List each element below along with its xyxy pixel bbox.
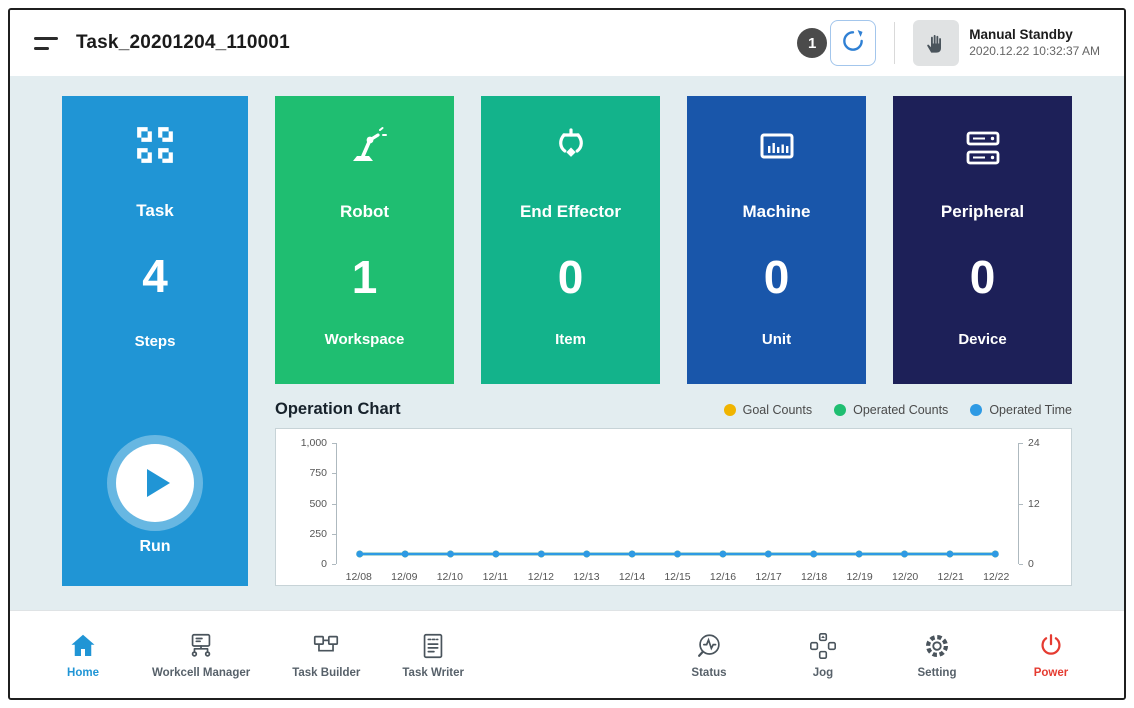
nav-item-power[interactable]: Power	[1024, 631, 1078, 679]
end-effector-card[interactable]: End Effector 0 Item	[481, 96, 660, 384]
machine-card[interactable]: Machine 0 Unit	[687, 96, 866, 384]
peripheral-card-label: Peripheral	[941, 202, 1024, 222]
chart-header: Operation Chart Goal Counts Operated Cou…	[275, 400, 1072, 419]
robot-card[interactable]: Robot 1 Workspace	[275, 96, 454, 384]
robot-card-sublabel: Workspace	[325, 331, 405, 348]
chart-plot	[336, 443, 1019, 564]
home-icon	[68, 631, 98, 661]
jog-dpad-icon	[808, 631, 838, 661]
nav-right-group: Status Jog	[682, 631, 1078, 679]
nav-left-group: Home Workcell Manager	[56, 631, 464, 679]
nav-item-setting[interactable]: Setting	[910, 631, 964, 679]
end-effector-card-label: End Effector	[520, 202, 621, 222]
timestamp: 2020.12.22 10:32:37 AM	[969, 44, 1100, 60]
header-divider	[894, 22, 895, 64]
circular-arrow-icon	[840, 28, 866, 59]
robot-card-label: Robot	[340, 202, 389, 222]
peripheral-card-value: 0	[970, 250, 996, 304]
operated-counts-dot-icon	[834, 404, 846, 416]
machine-card-sublabel: Unit	[762, 331, 791, 348]
legend-goal-counts: Goal Counts	[724, 403, 812, 417]
peripheral-card-sublabel: Device	[958, 331, 1006, 348]
chart-y-axis-left: 1,0007505002500	[284, 443, 336, 564]
nav-item-workcell-manager[interactable]: Workcell Manager	[152, 631, 250, 679]
hamburger-icon	[34, 37, 58, 40]
header: Task_20201204_110001 1	[10, 10, 1124, 76]
run-button[interactable]	[116, 444, 194, 522]
status-pulse-icon	[694, 631, 724, 661]
chart-panel: 1,0007505002500 24120 12/0812/0912/1012/…	[275, 428, 1072, 586]
peripheral-card[interactable]: Peripheral 0 Device	[893, 96, 1072, 384]
header-right: 1 Manual Standby 2020.12	[797, 20, 1100, 66]
robot-card-value: 1	[352, 250, 378, 304]
server-stack-icon	[961, 126, 1005, 175]
app-frame: Task_20201204_110001 1	[8, 8, 1126, 700]
end-effector-card-sublabel: Item	[555, 331, 586, 348]
machine-card-label: Machine	[742, 202, 810, 222]
operated-time-dot-icon	[970, 404, 982, 416]
legend-operated-time: Operated Time	[970, 403, 1072, 417]
chart-title: Operation Chart	[275, 400, 401, 419]
notification-badge: 1	[797, 28, 827, 58]
nav-item-home[interactable]: Home	[56, 631, 110, 679]
nav-item-task-writer[interactable]: Task Writer	[402, 631, 464, 679]
bracket-grid-icon	[134, 124, 176, 171]
right-column: Robot 1 Workspace	[275, 96, 1072, 586]
monitor-gauge-icon	[755, 126, 799, 175]
task-card-sublabel: Steps	[135, 333, 176, 350]
task-card-value: 4	[142, 249, 168, 303]
gear-icon	[922, 631, 952, 661]
mode-label: Manual Standby	[969, 26, 1100, 44]
nav-item-status[interactable]: Status	[682, 631, 736, 679]
power-icon	[1036, 631, 1066, 661]
gripper-icon	[549, 126, 593, 175]
operation-chart-section: Operation Chart Goal Counts Operated Cou…	[275, 400, 1072, 586]
legend-operated-counts: Operated Counts	[834, 403, 948, 417]
nav-item-task-builder[interactable]: Task Builder	[292, 631, 360, 679]
end-effector-card-value: 0	[558, 250, 584, 304]
bottom-nav: Home Workcell Manager	[10, 610, 1124, 698]
hand-icon	[913, 20, 959, 66]
task-writer-icon	[418, 631, 448, 661]
robot-arm-icon	[343, 126, 387, 175]
chart-legend: Goal Counts Operated Counts Operated Tim…	[724, 403, 1072, 417]
mode-text: Manual Standby 2020.12.22 10:32:37 AM	[969, 26, 1100, 59]
main-content: Task 4 Steps Run	[10, 76, 1124, 610]
machine-card-value: 0	[764, 250, 790, 304]
goal-counts-dot-icon	[724, 404, 736, 416]
workcell-manager-icon	[186, 631, 216, 661]
chart-y-axis-right: 24120	[1019, 443, 1063, 564]
cycle-button[interactable]	[830, 20, 876, 66]
chart-x-axis: 12/0812/0912/1012/1112/1212/1312/1412/15…	[336, 564, 1019, 588]
page-title: Task_20201204_110001	[76, 32, 290, 54]
task-card-label: Task	[136, 201, 174, 221]
menu-button[interactable]	[34, 33, 62, 54]
cards-row: Robot 1 Workspace	[275, 96, 1072, 384]
play-icon	[147, 469, 170, 497]
run-label: Run	[139, 538, 170, 556]
mode-button[interactable]: Manual Standby 2020.12.22 10:32:37 AM	[913, 20, 1100, 66]
task-card[interactable]: Task 4 Steps Run	[62, 96, 248, 586]
task-builder-icon	[311, 631, 341, 661]
nav-item-jog[interactable]: Jog	[796, 631, 850, 679]
